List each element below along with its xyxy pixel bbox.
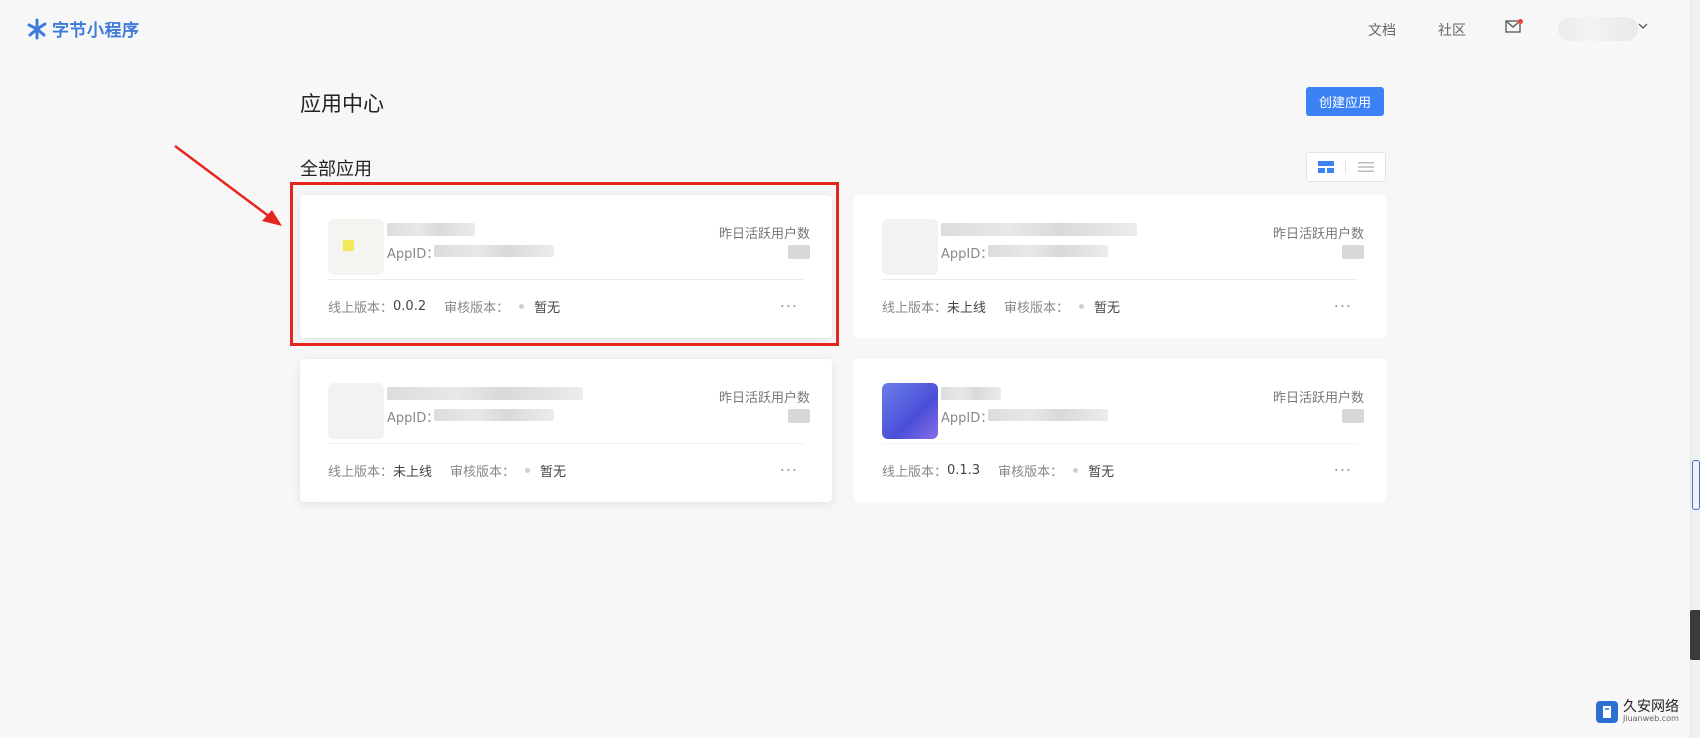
app-card[interactable]: AppID： 昨日活跃用户数 线上版本： 0.1.3 审核版本： 暂无 ... bbox=[854, 359, 1386, 502]
chevron-down-icon[interactable] bbox=[1638, 21, 1648, 31]
more-options-button[interactable]: ... bbox=[1334, 456, 1352, 475]
version-info: 线上版本： 未上线 审核版本： 暂无 bbox=[328, 461, 584, 480]
appid-value-blurred bbox=[434, 409, 554, 421]
list-view-icon bbox=[1358, 162, 1374, 172]
dau-label: 昨日活跃用户数 bbox=[1272, 391, 1364, 406]
more-options-button[interactable]: ... bbox=[780, 456, 798, 475]
watermark-title: 久安网络 bbox=[1623, 699, 1679, 715]
dau-label: 昨日活跃用户数 bbox=[718, 391, 810, 406]
top-bar: 字节小程序 文档 社区 bbox=[0, 0, 1690, 58]
brand-logo[interactable]: 字节小程序 bbox=[26, 16, 140, 41]
online-version-value: 未上线 bbox=[393, 465, 433, 480]
app-icon-blurred bbox=[328, 383, 384, 439]
app-card[interactable]: AppID： 昨日活跃用户数 线上版本： 未上线 审核版本： 暂无 ... bbox=[854, 195, 1386, 338]
app-card[interactable]: AppID： 昨日活跃用户数 线上版本： 未上线 审核版本： 暂无 ... bbox=[300, 359, 832, 502]
red-highlight-annotation bbox=[290, 182, 839, 346]
page-title: 应用中心 bbox=[300, 92, 384, 116]
review-version-value: 暂无 bbox=[1088, 465, 1115, 480]
user-account-blurred[interactable] bbox=[1558, 17, 1638, 41]
online-version-label: 线上版本： bbox=[882, 465, 948, 480]
online-version-value: 未上线 bbox=[947, 301, 987, 316]
nav-docs[interactable]: 文档 bbox=[1368, 20, 1396, 40]
review-version-label: 审核版本： bbox=[998, 465, 1064, 480]
review-version-label: 审核版本： bbox=[450, 465, 516, 480]
app-name-blurred bbox=[941, 387, 1001, 400]
review-version-value: 暂无 bbox=[1094, 301, 1121, 316]
nav-community[interactable]: 社区 bbox=[1438, 20, 1466, 40]
appid-label: AppID： bbox=[387, 411, 440, 426]
brand-name: 字节小程序 bbox=[52, 21, 140, 41]
list-view-button[interactable] bbox=[1347, 153, 1385, 181]
grid-view-icon bbox=[1318, 161, 1334, 173]
online-version-value: 0.1.3 bbox=[947, 463, 981, 478]
app-name-blurred bbox=[941, 223, 1137, 236]
status-dot bbox=[1073, 468, 1079, 473]
more-options-button[interactable]: ... bbox=[1334, 292, 1352, 311]
watermark-subtitle: Jiuanweb.com bbox=[1623, 714, 1679, 723]
appid-value-blurred bbox=[988, 409, 1108, 421]
online-version-label: 线上版本： bbox=[882, 301, 948, 316]
app-icon-blurred bbox=[882, 383, 938, 439]
app-name-blurred bbox=[387, 387, 583, 400]
app-icon-blurred bbox=[882, 219, 938, 275]
view-toggle bbox=[1306, 152, 1386, 182]
version-info: 线上版本： 0.1.3 审核版本： 暂无 bbox=[882, 461, 1132, 480]
red-arrow-annotation bbox=[174, 144, 282, 226]
logo-icon bbox=[27, 18, 47, 39]
review-version-label: 审核版本： bbox=[1004, 301, 1070, 316]
grid-view-button[interactable] bbox=[1307, 153, 1345, 181]
toggle-divider bbox=[1345, 160, 1346, 174]
divider bbox=[882, 279, 1358, 280]
dau-value-blurred bbox=[1342, 409, 1364, 423]
watermark: 久安网络 Jiuanweb.com bbox=[1596, 700, 1679, 723]
dau-value-blurred bbox=[788, 409, 810, 423]
dau-label: 昨日活跃用户数 bbox=[1272, 227, 1364, 242]
section-title: 全部应用 bbox=[300, 159, 372, 180]
divider bbox=[328, 443, 804, 444]
online-version-label: 线上版本： bbox=[328, 465, 394, 480]
review-version-value: 暂无 bbox=[540, 465, 567, 480]
divider bbox=[882, 443, 1358, 444]
status-dot bbox=[1079, 304, 1085, 309]
version-info: 线上版本： 未上线 审核版本： 暂无 bbox=[882, 297, 1138, 316]
appid-label: AppID： bbox=[941, 411, 994, 426]
create-app-button[interactable]: 创建应用 bbox=[1306, 87, 1384, 116]
appid-label: AppID： bbox=[941, 247, 994, 262]
dau-value-blurred bbox=[1342, 245, 1364, 259]
side-panel-tab[interactable] bbox=[1690, 610, 1700, 660]
watermark-logo-icon bbox=[1596, 700, 1618, 723]
notification-dot bbox=[1518, 19, 1523, 24]
scrollbar-thumb[interactable] bbox=[1692, 460, 1700, 510]
status-dot bbox=[525, 468, 531, 473]
appid-value-blurred bbox=[988, 245, 1108, 257]
